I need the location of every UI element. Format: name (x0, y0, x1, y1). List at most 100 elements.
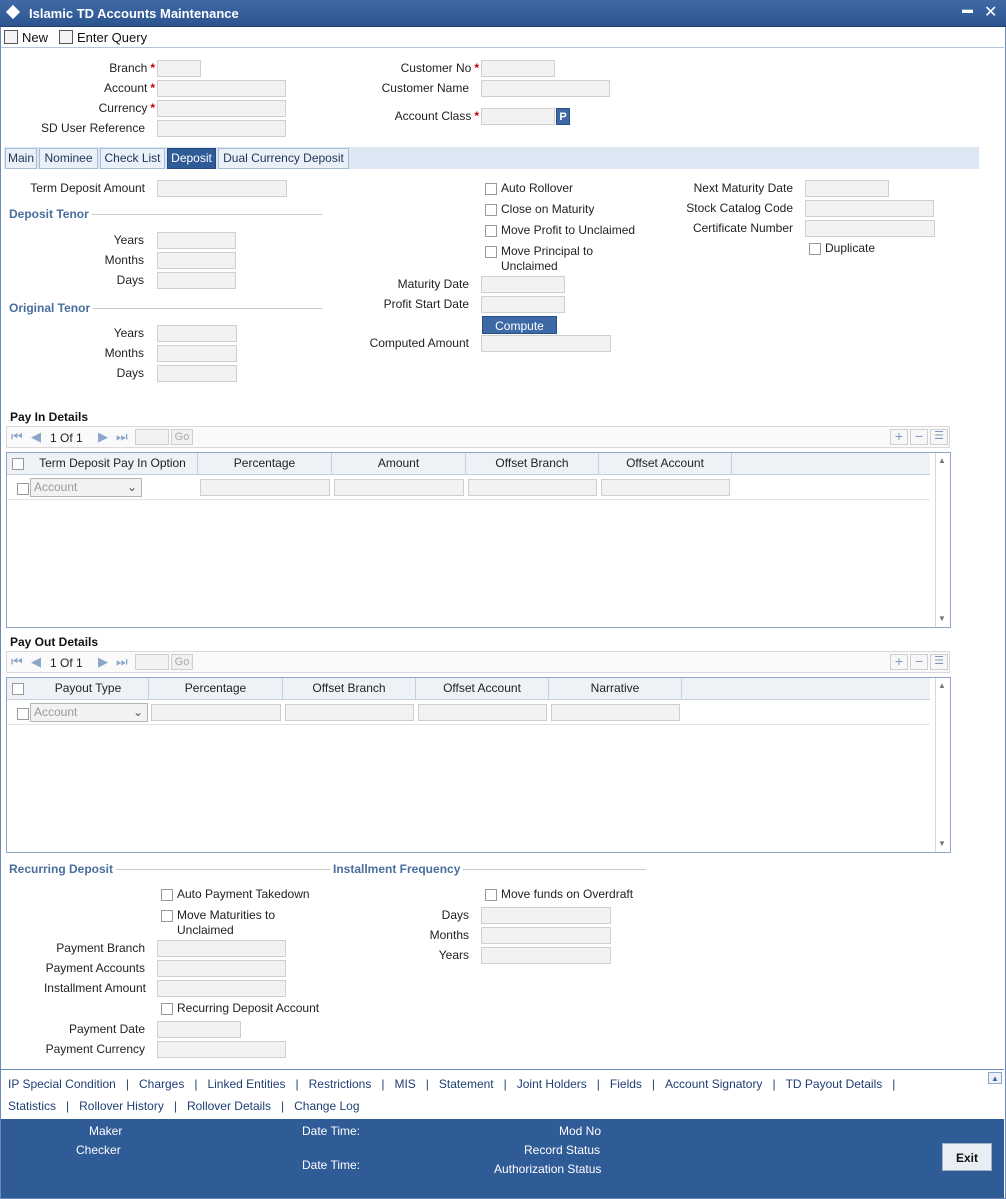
next-maturity-date-field[interactable] (805, 180, 889, 197)
pay-out-select-all-checkbox[interactable] (12, 683, 24, 695)
original-days-field[interactable] (157, 365, 237, 382)
tab-nominee[interactable]: Nominee (39, 148, 98, 169)
link-td-payout-details[interactable]: TD Payout Details (786, 1077, 883, 1091)
tab-main[interactable]: Main (5, 148, 37, 169)
delete-row-icon[interactable]: − (910, 429, 928, 445)
scroll-up-icon[interactable]: ▲ (938, 456, 946, 465)
maturity-date-field[interactable] (481, 276, 565, 293)
move-maturities-checkbox[interactable] (161, 910, 173, 922)
pay-in-offset-branch-field[interactable] (468, 479, 597, 496)
first-page-icon[interactable]: ⏮ (11, 654, 23, 670)
currency-field[interactable] (157, 100, 286, 117)
pay-out-offset-account-field[interactable] (418, 704, 547, 721)
link-rollover-details[interactable]: Rollover Details (187, 1099, 271, 1113)
pay-in-row-checkbox[interactable] (17, 483, 29, 495)
pay-out-narrative-field[interactable] (551, 704, 680, 721)
sd-user-reference-field[interactable] (157, 120, 286, 137)
recurring-deposit-account-checkbox[interactable] (161, 1003, 173, 1015)
link-statement[interactable]: Statement (439, 1077, 494, 1091)
view-rows-icon[interactable]: ☰ (930, 429, 948, 445)
add-row-icon[interactable]: + (890, 429, 908, 445)
scroll-up-icon[interactable]: ▲ (938, 681, 946, 690)
term-deposit-amount-field[interactable] (157, 180, 287, 197)
original-months-field[interactable] (157, 345, 237, 362)
payment-currency-field[interactable] (157, 1041, 286, 1058)
pay-in-scrollbar[interactable] (935, 453, 949, 627)
pay-in-select-all-checkbox[interactable] (12, 458, 24, 470)
move-principal-checkbox[interactable] (485, 246, 497, 258)
deposit-days-field[interactable] (157, 272, 236, 289)
pay-in-offset-account-field[interactable] (601, 479, 730, 496)
tab-dual-currency-deposit[interactable]: Dual Currency Deposit (218, 148, 349, 169)
pay-out-page-input[interactable] (135, 654, 169, 670)
customer-no-field[interactable] (481, 60, 555, 77)
pay-out-percentage-field[interactable] (151, 704, 281, 721)
next-page-icon[interactable]: ▶ (98, 429, 108, 445)
link-change-log[interactable]: Change Log (294, 1099, 359, 1113)
payment-branch-field[interactable] (157, 940, 286, 957)
scroll-down-icon[interactable]: ▼ (938, 839, 946, 848)
close-icon[interactable]: ✕ (984, 2, 997, 22)
last-page-icon[interactable]: ⏭ (116, 429, 128, 445)
prev-page-icon[interactable]: ◀ (31, 654, 41, 670)
installment-years-field[interactable] (481, 947, 611, 964)
certificate-number-field[interactable] (805, 220, 935, 237)
first-page-icon[interactable]: ⏮ (11, 429, 23, 445)
duplicate-checkbox[interactable] (809, 243, 821, 255)
exit-button[interactable]: Exit (942, 1143, 992, 1171)
link-account-signatory[interactable]: Account Signatory (665, 1077, 762, 1091)
deposit-months-field[interactable] (157, 252, 236, 269)
pay-in-option-select[interactable]: Account ⌄ (30, 478, 142, 497)
account-class-field[interactable] (481, 108, 555, 125)
pay-in-percentage-field[interactable] (200, 479, 330, 496)
link-joint-holders[interactable]: Joint Holders (517, 1077, 587, 1091)
link-linked-entities[interactable]: Linked Entities (207, 1077, 285, 1091)
collapse-links-icon[interactable]: ▲ (988, 1072, 1002, 1084)
pay-in-go-button[interactable]: Go (171, 429, 193, 445)
link-rollover-history[interactable]: Rollover History (79, 1099, 164, 1113)
link-restrictions[interactable]: Restrictions (309, 1077, 372, 1091)
link-mis[interactable]: MIS (394, 1077, 415, 1091)
compute-button[interactable]: Compute (482, 316, 557, 334)
link-charges[interactable]: Charges (139, 1077, 184, 1091)
installment-days-field[interactable] (481, 907, 611, 924)
payment-accounts-field[interactable] (157, 960, 286, 977)
original-years-field[interactable] (157, 325, 237, 342)
pay-in-page-input[interactable] (135, 429, 169, 445)
customer-name-field[interactable] (481, 80, 610, 97)
minimize-icon[interactable]: ▬ (962, 4, 973, 16)
move-profit-checkbox[interactable] (485, 225, 497, 237)
pay-out-scrollbar[interactable] (935, 678, 949, 852)
branch-field[interactable] (157, 60, 201, 77)
link-ip-special-condition[interactable]: IP Special Condition (8, 1077, 116, 1091)
move-funds-checkbox[interactable] (485, 889, 497, 901)
enter-query-button[interactable]: Enter Query (59, 28, 147, 46)
close-on-maturity-checkbox[interactable] (485, 204, 497, 216)
scroll-down-icon[interactable]: ▼ (938, 614, 946, 623)
account-class-lov-button[interactable]: P (556, 108, 570, 125)
link-fields[interactable]: Fields (610, 1077, 642, 1091)
pay-out-go-button[interactable]: Go (171, 654, 193, 670)
stock-catalog-code-field[interactable] (805, 200, 934, 217)
auto-rollover-checkbox[interactable] (485, 183, 497, 195)
add-row-icon[interactable]: + (890, 654, 908, 670)
installment-months-field[interactable] (481, 927, 611, 944)
new-button[interactable]: New (4, 28, 48, 46)
computed-amount-field[interactable] (481, 335, 611, 352)
profit-start-date-field[interactable] (481, 296, 565, 313)
view-rows-icon[interactable]: ☰ (930, 654, 948, 670)
payment-date-field[interactable] (157, 1021, 241, 1038)
pay-out-row-checkbox[interactable] (17, 708, 29, 720)
payout-type-select[interactable]: Account ⌄ (30, 703, 148, 722)
last-page-icon[interactable]: ⏭ (116, 654, 128, 670)
deposit-years-field[interactable] (157, 232, 236, 249)
prev-page-icon[interactable]: ◀ (31, 429, 41, 445)
account-field[interactable] (157, 80, 286, 97)
pay-in-amount-field[interactable] (334, 479, 464, 496)
tab-deposit[interactable]: Deposit (167, 148, 216, 169)
link-statistics[interactable]: Statistics (8, 1099, 56, 1113)
auto-payment-takedown-checkbox[interactable] (161, 889, 173, 901)
pay-out-offset-branch-field[interactable] (285, 704, 414, 721)
delete-row-icon[interactable]: − (910, 654, 928, 670)
installment-amount-field[interactable] (157, 980, 286, 997)
